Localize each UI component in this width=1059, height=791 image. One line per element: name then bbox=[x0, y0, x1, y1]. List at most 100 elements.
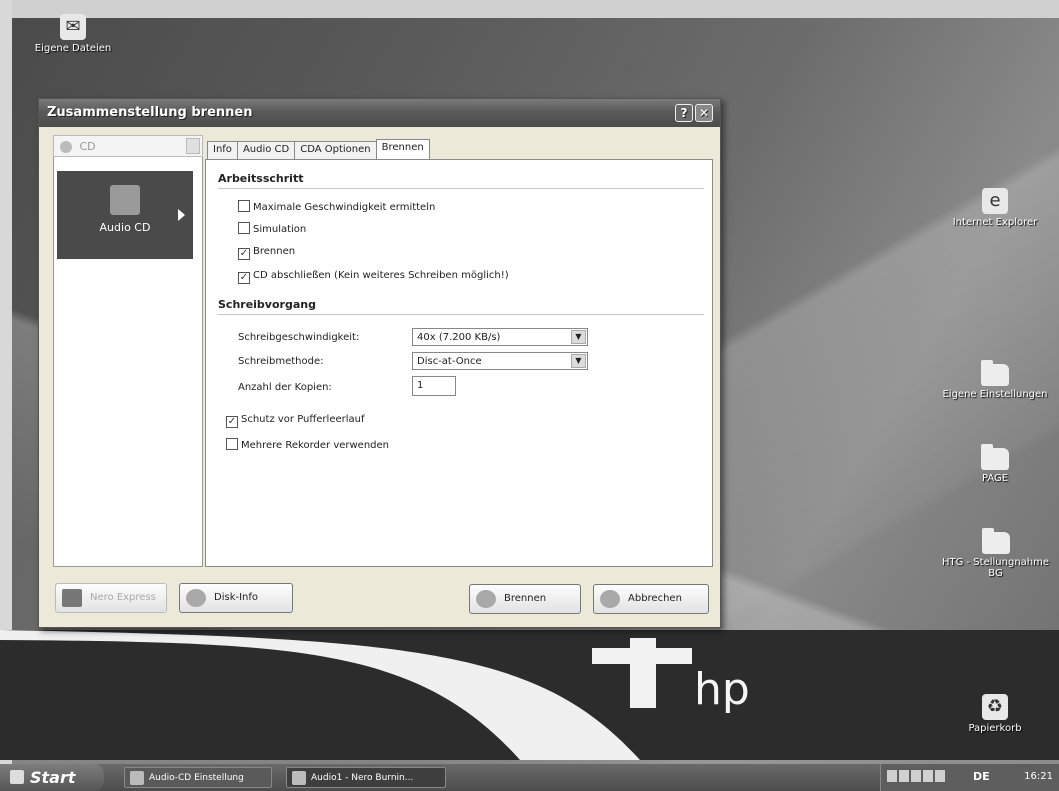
cancel-icon bbox=[600, 590, 620, 608]
write-speed-select[interactable]: 40x (7.200 KB/s) ▼ bbox=[412, 328, 588, 346]
burn-icon bbox=[476, 590, 496, 608]
tab-info[interactable]: Info bbox=[207, 141, 238, 159]
tray-icon[interactable] bbox=[899, 770, 909, 782]
burn-tab-panel: Arbeitsschritt Maximale Geschwindigkeit … bbox=[205, 159, 713, 567]
option-label: Simulation bbox=[253, 224, 307, 235]
desktop-icon-internet-explorer[interactable]: e Internet Explorer bbox=[940, 188, 1050, 228]
desktop-icon-label: Papierkorb bbox=[968, 723, 1022, 734]
close-button[interactable]: ✕ bbox=[695, 104, 713, 122]
section-divider bbox=[218, 314, 704, 315]
cd-icon bbox=[60, 141, 72, 153]
option-label: Mehrere Rekorder verwenden bbox=[241, 440, 390, 451]
nero-icon bbox=[292, 771, 306, 785]
tab-bar: Info Audio CD CDA Optionen Brennen bbox=[207, 139, 430, 159]
hp-logo: hp bbox=[694, 664, 750, 715]
tab-audio-cd[interactable]: Audio CD bbox=[236, 141, 296, 159]
section-divider bbox=[218, 188, 704, 189]
button-label: Brennen bbox=[504, 593, 547, 604]
clock[interactable]: 16:21 bbox=[1024, 771, 1053, 782]
button-label: Abbrechen bbox=[628, 593, 682, 604]
copies-input[interactable]: 1 bbox=[412, 376, 456, 396]
system-tray: DE 16:21 bbox=[880, 764, 1059, 791]
screen-edge-top bbox=[12, 0, 1059, 18]
button-label: Disk-Info bbox=[214, 592, 259, 603]
checkbox-checked[interactable]: ✓ bbox=[238, 272, 250, 284]
project-tile-audio-cd[interactable]: Audio CD bbox=[57, 171, 193, 259]
tray-icon[interactable] bbox=[923, 770, 933, 782]
taskbar-item-nero[interactable]: Audio1 - Nero Burnin... bbox=[286, 767, 446, 788]
desktop-icon-my-files[interactable]: ✉ Eigene Dateien bbox=[18, 14, 128, 54]
option-label: CD abschließen (Kein weiteres Schreiben … bbox=[253, 270, 509, 281]
checkbox[interactable] bbox=[238, 222, 250, 234]
write-speed-label: Schreibgeschwindigkeit: bbox=[238, 332, 360, 343]
option-simulation[interactable]: Simulation bbox=[238, 222, 306, 235]
button-label: Nero Express bbox=[90, 592, 156, 603]
folder-icon bbox=[981, 444, 1009, 470]
desktop-icon-label: HTG - Stellungnahme bbox=[941, 557, 1050, 568]
tab-cda-options[interactable]: CDA Optionen bbox=[294, 141, 377, 159]
option-label: Maximale Geschwindigkeit ermitteln bbox=[253, 202, 436, 213]
burn-button[interactable]: Brennen bbox=[469, 584, 581, 614]
chevron-down-icon[interactable] bbox=[186, 138, 200, 154]
recorder-select[interactable]: CD bbox=[53, 135, 203, 157]
desktop-icon-label: Internet Explorer bbox=[952, 217, 1038, 228]
desktop-icon-folder[interactable]: HTG - Stellungnahme BG bbox=[932, 528, 1059, 579]
folder-icon bbox=[981, 528, 1010, 554]
write-method-label: Schreibmethode: bbox=[238, 356, 324, 367]
tray-icon[interactable] bbox=[887, 770, 897, 782]
option-multiple-recorders[interactable]: Mehrere Rekorder verwenden bbox=[226, 438, 389, 451]
checkbox-checked[interactable]: ✓ bbox=[226, 416, 238, 428]
folder-icon bbox=[981, 360, 1009, 386]
checkbox[interactable] bbox=[238, 200, 250, 212]
chevron-down-icon[interactable]: ▼ bbox=[571, 330, 586, 344]
disk-info-button[interactable]: Disk-Info bbox=[179, 583, 293, 613]
hp-logo-cross-bar bbox=[592, 648, 692, 664]
burn-compilation-dialog: Zusammenstellung brennen ? ✕ CD Audio CD… bbox=[38, 98, 721, 628]
recorder-select-value: CD bbox=[79, 140, 96, 153]
taskbar: Start Audio-CD Einstellung Audio1 - Nero… bbox=[0, 764, 1059, 791]
language-indicator[interactable]: DE bbox=[973, 770, 990, 783]
desktop-icon-folder[interactable]: Eigene Einstellungen bbox=[940, 360, 1050, 400]
cancel-button[interactable]: Abbrechen bbox=[593, 584, 709, 614]
recycle-bin-icon: ♻ bbox=[982, 694, 1008, 720]
desktop-icon-folder[interactable]: PAGE bbox=[940, 444, 1050, 484]
taskbar-item-label: Audio1 - Nero Burnin... bbox=[311, 773, 414, 783]
arrow-right-icon bbox=[178, 209, 185, 221]
write-method-select[interactable]: Disc-at-Once ▼ bbox=[412, 352, 588, 370]
section-title-write: Schreibvorgang bbox=[218, 298, 316, 311]
checkbox[interactable] bbox=[226, 438, 238, 450]
checkbox-checked[interactable]: ✓ bbox=[238, 248, 250, 260]
option-burn[interactable]: ✓ Brennen bbox=[238, 246, 295, 260]
taskbar-item-audio-cd[interactable]: Audio-CD Einstellung bbox=[124, 767, 272, 788]
envelope-icon: ✉ bbox=[60, 14, 86, 40]
windows-logo-icon bbox=[10, 770, 24, 784]
write-speed-value: 40x (7.200 KB/s) bbox=[417, 332, 501, 343]
dialog-titlebar[interactable]: Zusammenstellung brennen ? ✕ bbox=[39, 99, 720, 127]
nero-express-button[interactable]: Nero Express bbox=[55, 583, 167, 613]
option-label: Brennen bbox=[253, 246, 296, 257]
taskbar-item-label: Audio-CD Einstellung bbox=[149, 773, 244, 783]
app-icon bbox=[130, 771, 144, 785]
disk-info-icon bbox=[186, 589, 206, 607]
option-max-speed[interactable]: Maximale Geschwindigkeit ermitteln bbox=[238, 200, 435, 213]
tray-icon[interactable] bbox=[935, 770, 945, 782]
tray-icon[interactable] bbox=[911, 770, 921, 782]
tab-burn[interactable]: Brennen bbox=[375, 139, 430, 159]
write-method-value: Disc-at-Once bbox=[417, 356, 482, 367]
chevron-down-icon[interactable]: ▼ bbox=[571, 354, 586, 368]
desktop-icon-label: Eigene Dateien bbox=[34, 43, 112, 54]
dialog-title: Zusammenstellung brennen bbox=[47, 105, 253, 120]
project-tile-label: Audio CD bbox=[99, 221, 151, 234]
option-finalize-cd[interactable]: ✓ CD abschließen (Kein weiteres Schreiben… bbox=[238, 270, 509, 284]
audio-cd-icon bbox=[110, 185, 140, 215]
start-button[interactable]: Start bbox=[0, 764, 104, 791]
option-buffer-underrun[interactable]: ✓ Schutz vor Pufferleerlauf bbox=[226, 414, 365, 428]
help-button[interactable]: ? bbox=[675, 104, 693, 122]
wallpaper-white-swoosh bbox=[0, 630, 640, 760]
browser-icon: e bbox=[982, 188, 1008, 214]
start-label: Start bbox=[30, 768, 76, 787]
copies-label: Anzahl der Kopien: bbox=[238, 382, 332, 393]
section-title-step: Arbeitsschritt bbox=[218, 172, 304, 185]
desktop-icon-recycle-bin[interactable]: ♻ Papierkorb bbox=[940, 694, 1050, 734]
desktop-icon-label: PAGE bbox=[981, 473, 1009, 484]
